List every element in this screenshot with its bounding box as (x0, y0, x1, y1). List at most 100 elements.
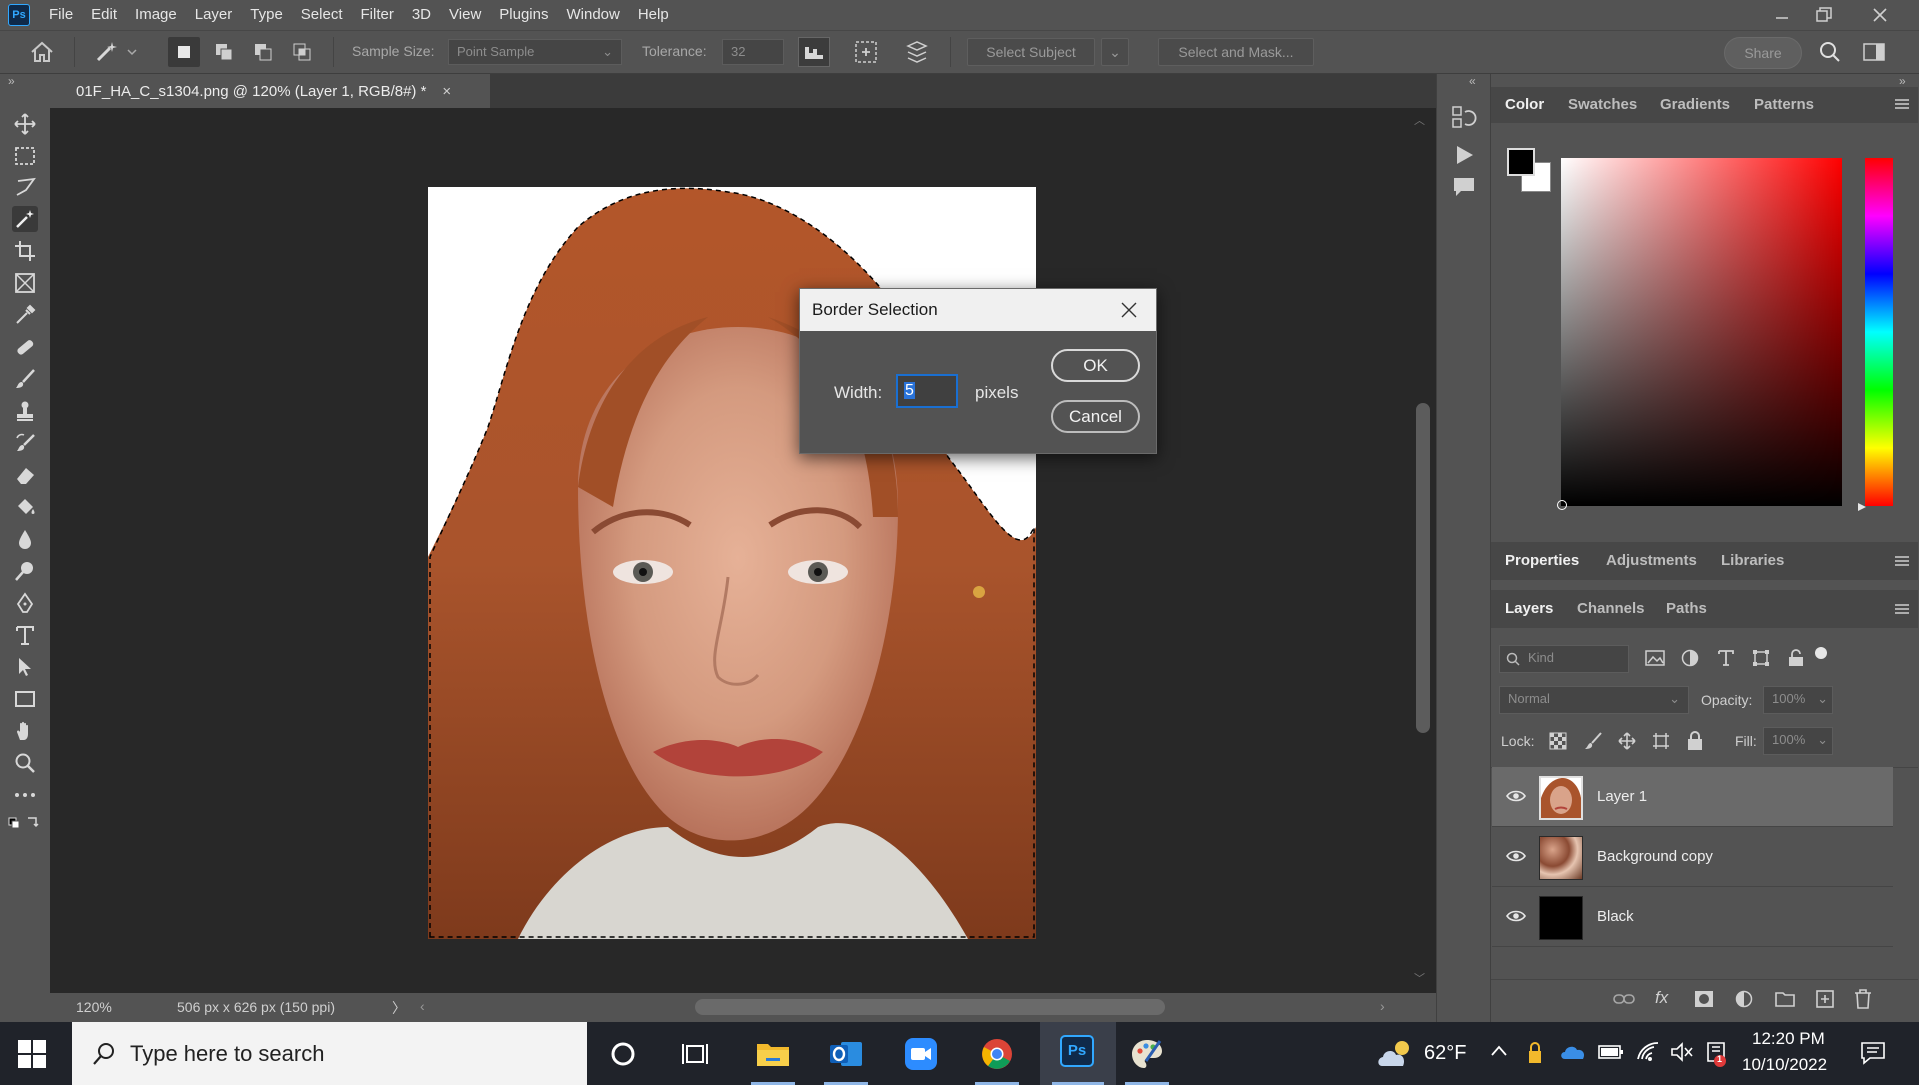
show-hidden-icons-button[interactable] (1490, 1044, 1508, 1061)
chrome-button[interactable] (967, 1030, 1027, 1078)
clock-time[interactable]: 12:20 PM (1752, 1029, 1825, 1049)
restore-button[interactable] (1804, 0, 1844, 30)
opacity-input[interactable]: 100% ⌄ (1763, 686, 1833, 714)
rectangle-tool[interactable] (12, 686, 38, 712)
menu-layer[interactable]: Layer (186, 0, 242, 30)
paint-app-button[interactable] (1117, 1030, 1177, 1078)
collapse-toolbar-icon[interactable]: » (8, 74, 15, 88)
menu-view[interactable]: View (440, 0, 490, 30)
sample-all-layers-toggle[interactable] (901, 37, 933, 67)
horizontal-scroll-thumb[interactable] (695, 999, 1165, 1015)
dialog-close-button[interactable] (1120, 301, 1138, 322)
eraser-tool[interactable] (12, 462, 38, 488)
photoshop-taskbar-button[interactable]: Ps (1040, 1022, 1116, 1085)
layer-filter-kind[interactable]: Kind (1499, 645, 1629, 673)
tolerance-input[interactable]: 32 (722, 39, 784, 65)
cancel-button[interactable]: Cancel (1051, 400, 1140, 433)
menu-edit[interactable]: Edit (82, 0, 126, 30)
lock-all-button[interactable] (1686, 731, 1704, 754)
workspace-button[interactable] (1858, 37, 1890, 67)
zoom-app-button[interactable] (891, 1030, 951, 1078)
hue-slider[interactable] (1865, 158, 1893, 506)
visibility-toggle[interactable] (1506, 789, 1526, 806)
tab-properties[interactable]: Properties (1505, 552, 1579, 569)
panel-menu-button[interactable] (1895, 555, 1909, 570)
default-colors-button[interactable] (8, 814, 40, 833)
menu-3d[interactable]: 3D (403, 0, 440, 30)
menu-type[interactable]: Type (241, 0, 292, 30)
onedrive-icon[interactable] (1560, 1043, 1586, 1064)
tab-adjustments[interactable]: Adjustments (1606, 552, 1697, 569)
eyedropper-tool[interactable] (12, 302, 38, 328)
tab-gradients[interactable]: Gradients (1660, 96, 1730, 113)
tab-patterns[interactable]: Patterns (1754, 96, 1814, 113)
tab-swatches[interactable]: Swatches (1568, 96, 1637, 113)
start-button[interactable] (18, 1040, 46, 1071)
width-input[interactable]: 5 (896, 374, 958, 408)
contiguous-toggle[interactable] (850, 37, 882, 67)
new-adjustment-layer-button[interactable] (1735, 990, 1753, 1011)
ok-button[interactable]: OK (1051, 349, 1140, 382)
tab-layers[interactable]: Layers (1505, 600, 1553, 617)
select-subject-button[interactable]: Select Subject (967, 38, 1095, 66)
weather-widget[interactable] (1376, 1038, 1416, 1073)
lock-position-button[interactable] (1618, 732, 1636, 753)
close-tab-icon[interactable]: × (442, 83, 451, 100)
pen-tool[interactable] (12, 590, 38, 616)
blend-mode-select[interactable]: Normal ⌄ (1499, 686, 1689, 714)
crop-tool[interactable] (12, 238, 38, 264)
menu-filter[interactable]: Filter (352, 0, 403, 30)
security-tray-icon[interactable]: 1 (1704, 1039, 1730, 1070)
intersect-selection-button[interactable] (286, 37, 318, 67)
add-to-selection-button[interactable] (208, 37, 240, 67)
history-brush-tool[interactable] (12, 430, 38, 456)
filter-smart-objects-button[interactable] (1787, 649, 1805, 670)
color-field[interactable] (1557, 158, 1842, 510)
subtract-from-selection-button[interactable] (247, 37, 279, 67)
menu-file[interactable]: File (40, 0, 82, 30)
scroll-right-icon[interactable]: › (1380, 998, 1385, 1014)
tray-app-icon[interactable] (1528, 1042, 1542, 1067)
layer-row-layer-1[interactable]: Layer 1 (1492, 767, 1893, 827)
lasso-tool[interactable] (12, 174, 38, 200)
menu-select[interactable]: Select (292, 0, 352, 30)
minimize-button[interactable] (1762, 0, 1802, 30)
comments-panel-button[interactable] (1451, 174, 1477, 203)
dodge-tool[interactable] (12, 558, 38, 584)
expand-panels-icon[interactable]: « (1469, 74, 1476, 88)
delete-layer-button[interactable] (1854, 989, 1872, 1012)
collapse-panels-icon[interactable]: » (1899, 74, 1906, 88)
select-and-mask-button[interactable]: Select and Mask... (1158, 38, 1314, 66)
select-subject-dropdown[interactable]: ⌄ (1101, 38, 1129, 66)
scroll-up-icon[interactable]: ︿ (1414, 112, 1425, 128)
healing-brush-tool[interactable] (12, 334, 38, 360)
anti-alias-toggle[interactable] (798, 37, 830, 67)
menu-image[interactable]: Image (126, 0, 186, 30)
sample-size-select[interactable]: Point Sample ⌄ (448, 39, 622, 65)
hand-tool[interactable] (12, 718, 38, 744)
panel-menu-button[interactable] (1895, 98, 1909, 113)
weather-temperature[interactable]: 62°F (1424, 1042, 1466, 1065)
marquee-tool[interactable] (12, 143, 38, 169)
new-group-button[interactable] (1775, 990, 1795, 1011)
history-panel-button[interactable] (1451, 104, 1477, 133)
layer-name[interactable]: Background copy (1597, 827, 1713, 887)
menu-window[interactable]: Window (557, 0, 628, 30)
visibility-toggle[interactable] (1506, 849, 1526, 866)
zoom-level[interactable]: 120% (76, 999, 112, 1015)
move-tool[interactable] (12, 111, 38, 137)
zoom-tool[interactable] (12, 750, 38, 776)
vertical-scrollbar[interactable]: ︿ ﹀ (1406, 108, 1436, 993)
brush-tool[interactable] (12, 366, 38, 392)
blur-tool[interactable] (12, 526, 38, 552)
fill-input[interactable]: 100% ⌄ (1763, 727, 1833, 755)
filter-toggle-icon[interactable] (1815, 647, 1827, 659)
close-window-button[interactable] (1860, 0, 1900, 30)
share-button[interactable]: Share (1724, 37, 1802, 69)
lock-image-pixels-button[interactable] (1584, 732, 1602, 753)
filter-pixel-layers-button[interactable] (1645, 649, 1665, 670)
menu-help[interactable]: Help (629, 0, 678, 30)
filter-adjustment-layers-button[interactable] (1681, 649, 1699, 670)
menu-plugins[interactable]: Plugins (490, 0, 557, 30)
new-selection-button[interactable] (168, 37, 200, 67)
